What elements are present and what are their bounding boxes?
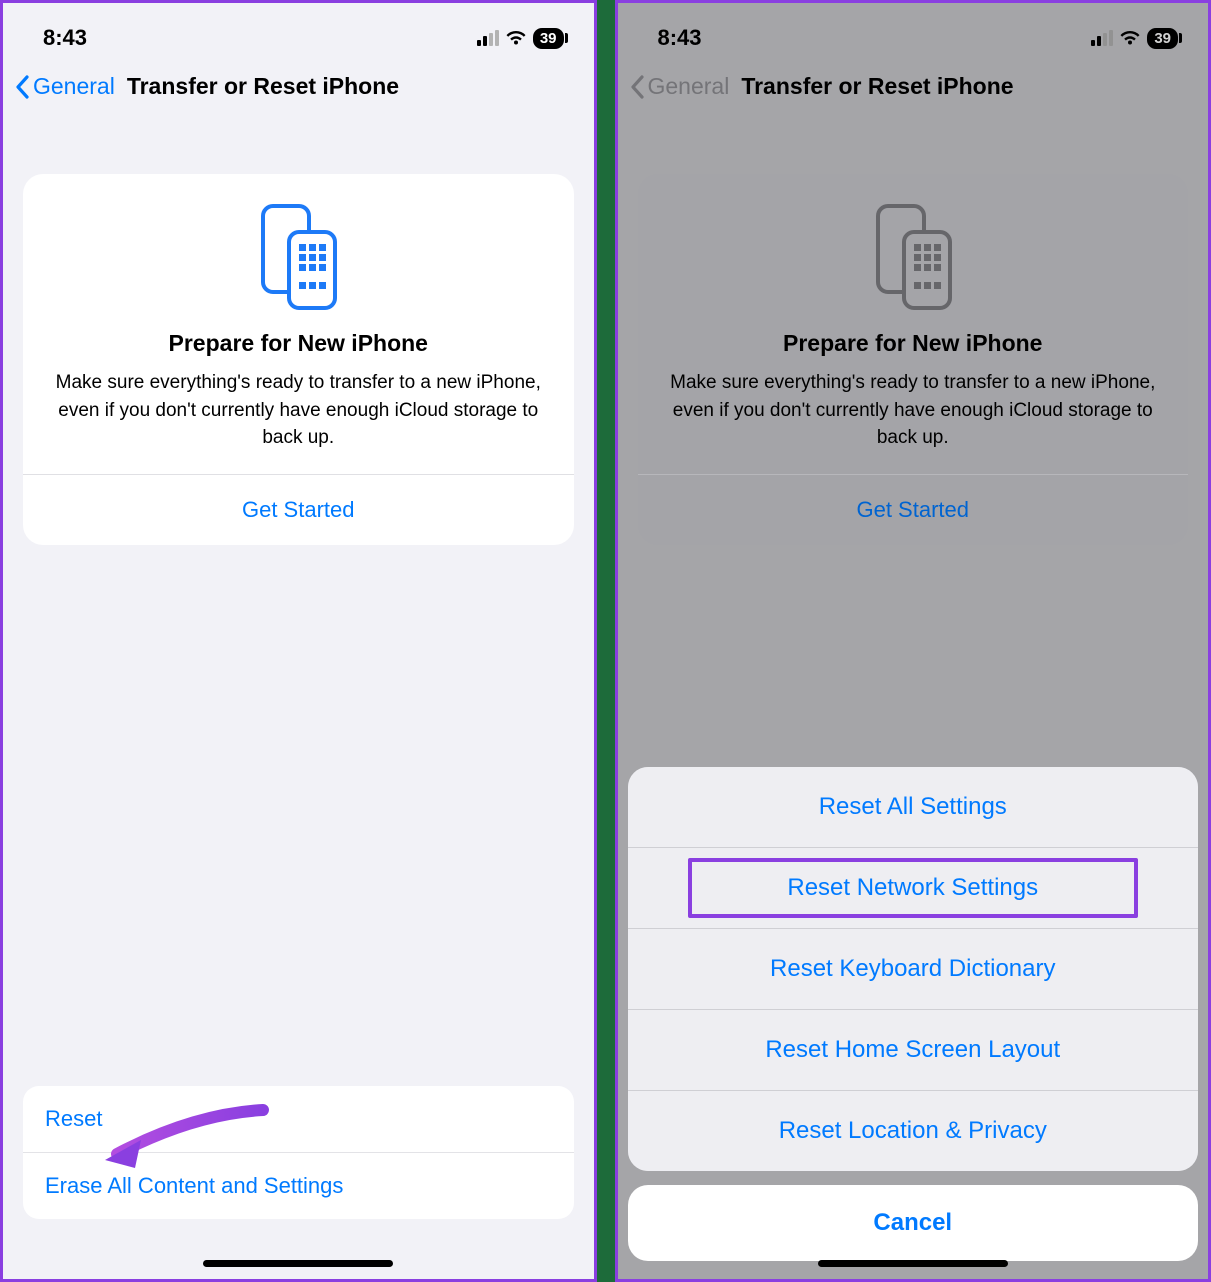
chevron-left-icon [15, 75, 31, 99]
reset-row[interactable]: Reset [23, 1086, 574, 1152]
bottom-options-list: Reset Erase All Content and Settings [23, 1086, 574, 1219]
reset-action-sheet: Reset All Settings Reset Network Setting… [628, 767, 1199, 1171]
get-started-button[interactable]: Get Started [43, 475, 554, 545]
cellular-signal-icon [477, 30, 499, 46]
card-heading: Prepare for New iPhone [43, 330, 554, 357]
action-sheet-container: Reset All Settings Reset Network Setting… [628, 767, 1199, 1261]
status-time: 8:43 [43, 25, 87, 51]
reset-network-settings-option[interactable]: Reset Network Settings [628, 847, 1199, 928]
home-indicator[interactable] [818, 1260, 1008, 1267]
screen-reset-sheet: 8:43 39 General Transfer or Reset iPhone [615, 0, 1211, 1282]
reset-keyboard-dictionary-option[interactable]: Reset Keyboard Dictionary [628, 928, 1199, 1009]
card-body: Make sure everything's ready to transfer… [43, 369, 554, 474]
cancel-button[interactable]: Cancel [628, 1185, 1199, 1261]
erase-all-row[interactable]: Erase All Content and Settings [23, 1152, 574, 1219]
back-button[interactable]: General [15, 73, 115, 100]
wifi-icon [505, 30, 527, 46]
home-indicator[interactable] [203, 1260, 393, 1267]
page-title: Transfer or Reset iPhone [127, 73, 399, 100]
battery-icon: 39 [533, 28, 564, 49]
reset-home-screen-layout-option[interactable]: Reset Home Screen Layout [628, 1009, 1199, 1090]
back-label: General [33, 73, 115, 100]
prepare-card: Prepare for New iPhone Make sure everyth… [23, 174, 574, 545]
reset-all-settings-option[interactable]: Reset All Settings [628, 767, 1199, 847]
screen-transfer-reset: 8:43 39 General Transfer or Reset iPhone [0, 0, 597, 1282]
status-icons: 39 [477, 28, 564, 49]
nav-bar: General Transfer or Reset iPhone [3, 63, 594, 114]
reset-location-privacy-option[interactable]: Reset Location & Privacy [628, 1090, 1199, 1171]
transfer-phones-icon [253, 202, 343, 312]
status-bar: 8:43 39 [3, 3, 594, 63]
